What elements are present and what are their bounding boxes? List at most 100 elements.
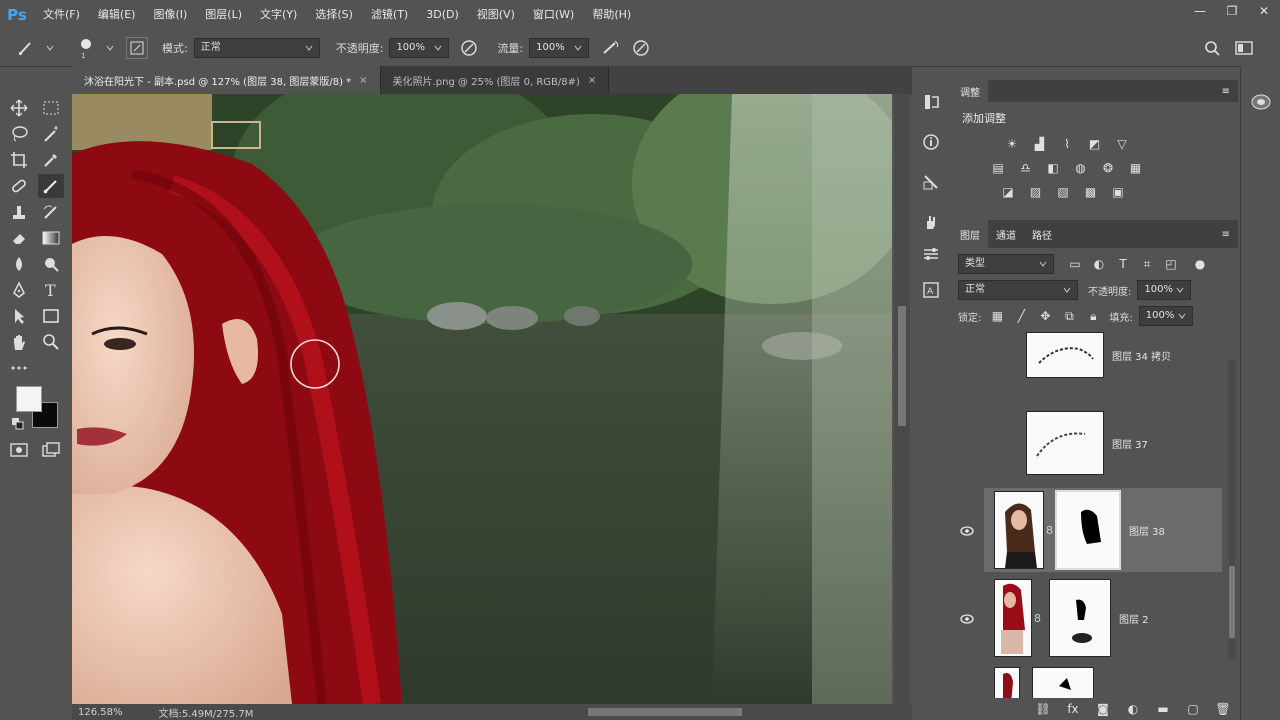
- menu-help[interactable]: 帮助(H): [583, 0, 640, 30]
- magic-wand-icon[interactable]: [38, 122, 64, 146]
- layer-item[interactable]: 图层 37: [984, 408, 1222, 478]
- tab-paths[interactable]: 路径: [1024, 223, 1060, 245]
- threshold-icon[interactable]: ▧: [1054, 184, 1072, 200]
- rectangle-tool-icon[interactable]: [38, 304, 64, 328]
- brush-tool-icon[interactable]: [38, 174, 64, 198]
- hue-saturation-icon[interactable]: ▤: [989, 160, 1007, 176]
- filter-adjustment-icon[interactable]: ◐: [1090, 256, 1108, 272]
- crop-tool-icon[interactable]: [6, 148, 32, 172]
- gradient-map-icon[interactable]: ▩: [1082, 184, 1100, 200]
- new-layer-icon[interactable]: ▢: [1184, 701, 1202, 717]
- lock-pixels-icon[interactable]: ╱: [1012, 308, 1030, 324]
- add-mask-icon[interactable]: ◙: [1094, 701, 1112, 717]
- clone-stamp-icon[interactable]: [6, 200, 32, 224]
- blur-tool-icon[interactable]: [6, 252, 32, 276]
- zoom-tool-icon[interactable]: [38, 330, 64, 354]
- link-icon[interactable]: 8: [1034, 612, 1041, 625]
- brush-panel-icon[interactable]: [126, 37, 148, 59]
- menu-view[interactable]: 视图(V): [468, 0, 524, 30]
- layer-style-icon[interactable]: fx: [1064, 701, 1082, 717]
- libraries-panel-icon[interactable]: [1247, 90, 1275, 114]
- layer-opacity-field[interactable]: 100%: [1137, 280, 1192, 300]
- visibility-toggle-off[interactable]: [958, 432, 976, 450]
- zoom-level[interactable]: 126.58%: [78, 707, 123, 718]
- brush-settings-icon[interactable]: [918, 170, 944, 194]
- menu-type[interactable]: 文字(Y): [251, 0, 306, 30]
- tab-channels[interactable]: 通道: [988, 223, 1024, 245]
- filter-pixel-icon[interactable]: ▭: [1066, 256, 1084, 272]
- lock-all-icon[interactable]: 🔒︎: [1084, 308, 1102, 324]
- selective-color-icon[interactable]: ▣: [1109, 184, 1127, 200]
- filter-toggle-icon[interactable]: ●: [1191, 256, 1209, 272]
- healing-brush-icon[interactable]: [6, 174, 32, 198]
- layers-scrollbar[interactable]: [1229, 566, 1235, 638]
- lasso-tool-icon[interactable]: [6, 122, 32, 146]
- black-white-icon[interactable]: ◧: [1044, 160, 1062, 176]
- tab-document-active[interactable]: 沐浴在阳光下 - 副本.psd @ 127% (图层 38, 图层蒙版/8) *…: [72, 66, 381, 94]
- curves-icon[interactable]: ⌇: [1058, 136, 1076, 152]
- brightness-icon[interactable]: ☀: [1003, 136, 1021, 152]
- close-button[interactable]: ✕: [1248, 0, 1280, 22]
- menu-filter[interactable]: 滤镜(T): [362, 0, 417, 30]
- layer-mask-thumbnail[interactable]: [1055, 490, 1121, 570]
- tab-adjustments[interactable]: 调整: [952, 80, 988, 102]
- chevron-down-icon[interactable]: [38, 36, 62, 60]
- dodge-tool-icon[interactable]: [38, 252, 64, 276]
- vibrance-icon[interactable]: ▽: [1113, 136, 1131, 152]
- search-icon[interactable]: [1200, 36, 1224, 60]
- close-icon[interactable]: ×: [359, 75, 367, 86]
- photo-filter-icon[interactable]: ◍: [1072, 160, 1090, 176]
- flow-field[interactable]: 100%: [529, 38, 590, 58]
- new-group-icon[interactable]: ▬: [1154, 701, 1172, 717]
- layer-item-selected[interactable]: 8 图层 38: [984, 490, 1222, 570]
- marquee-tool-icon[interactable]: [38, 96, 64, 120]
- opacity-field[interactable]: 100%: [389, 38, 450, 58]
- layer-mask-thumbnail[interactable]: [1032, 667, 1094, 698]
- layer-filter-select[interactable]: 类型: [958, 254, 1054, 274]
- visibility-toggle-off[interactable]: [958, 344, 976, 362]
- eraser-tool-icon[interactable]: [6, 226, 32, 250]
- filter-shape-icon[interactable]: ⌗: [1138, 256, 1156, 272]
- character-panel-icon[interactable]: A: [918, 278, 944, 302]
- move-tool-icon[interactable]: [6, 96, 32, 120]
- filter-smart-icon[interactable]: ◰: [1162, 256, 1180, 272]
- brush-size-icon[interactable]: 1: [74, 36, 98, 60]
- link-layers-icon[interactable]: ⛓: [1034, 701, 1052, 717]
- history-brush-icon[interactable]: [38, 200, 64, 224]
- adjustment-layer-icon[interactable]: ◐: [1124, 701, 1142, 717]
- layer-item[interactable]: [984, 666, 1222, 698]
- document-canvas[interactable]: [72, 94, 892, 704]
- lock-artboard-icon[interactable]: ⧉: [1060, 308, 1078, 324]
- menu-edit[interactable]: 编辑(E): [89, 0, 145, 30]
- quick-mask-icon[interactable]: [6, 438, 32, 462]
- panel-menu-icon[interactable]: ≡: [1214, 223, 1238, 245]
- eye-icon[interactable]: [958, 610, 976, 628]
- color-balance-icon[interactable]: ♎: [1017, 160, 1035, 176]
- layer-mask-thumbnail[interactable]: [1049, 579, 1111, 657]
- foreground-color-swatch[interactable]: [16, 386, 42, 412]
- hand-tool-icon[interactable]: [6, 330, 32, 354]
- menu-select[interactable]: 选择(S): [306, 0, 362, 30]
- airbrush-icon[interactable]: [599, 36, 623, 60]
- posterize-icon[interactable]: ▨: [1027, 184, 1045, 200]
- fill-field[interactable]: 100%: [1138, 306, 1193, 326]
- menu-layer[interactable]: 图层(L): [196, 0, 251, 30]
- minimize-button[interactable]: —: [1184, 0, 1216, 22]
- menu-window[interactable]: 窗口(W): [524, 0, 583, 30]
- clone-source-icon[interactable]: [918, 210, 944, 234]
- layer-item[interactable]: 8 图层 2: [984, 578, 1222, 658]
- type-tool-icon[interactable]: T: [38, 278, 64, 302]
- pen-tool-icon[interactable]: [6, 278, 32, 302]
- channel-mixer-icon[interactable]: ❂: [1099, 160, 1117, 176]
- eyedropper-icon[interactable]: [38, 148, 64, 172]
- levels-icon[interactable]: ▟: [1031, 136, 1049, 152]
- lock-position-icon[interactable]: ✥: [1036, 308, 1054, 324]
- gradient-tool-icon[interactable]: [38, 226, 64, 250]
- default-colors-icon[interactable]: [12, 418, 24, 430]
- tab-layers[interactable]: 图层: [952, 220, 988, 248]
- link-icon[interactable]: 8: [1046, 524, 1053, 537]
- restore-button[interactable]: ❐: [1216, 0, 1248, 22]
- screen-mode-icon[interactable]: [38, 438, 64, 462]
- pressure-size-icon[interactable]: [629, 36, 653, 60]
- lock-transparency-icon[interactable]: ▦: [988, 308, 1006, 324]
